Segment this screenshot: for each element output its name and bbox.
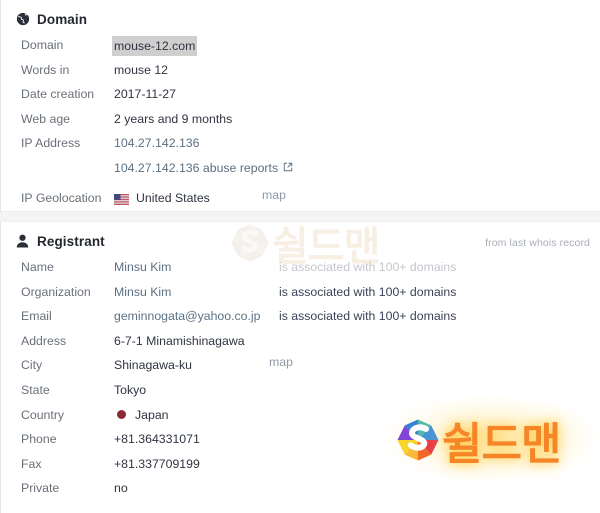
row-value-ip-geolocation: United States: [114, 188, 262, 207]
row-private: Private no: [1, 478, 600, 503]
row-value-domain: mouse-12.com: [112, 35, 198, 56]
domain-section-header: Domain: [1, 0, 600, 27]
registrant-rows: Name Minsu Kim is associated with 100+ d…: [1, 248, 600, 503]
abuse-reports-link[interactable]: 104.27.142.136 abuse reports: [114, 159, 278, 177]
row-date-creation: Date creation 2017-11-27: [1, 84, 600, 109]
row-label-city: City: [21, 358, 43, 373]
row-label-phone: Phone: [21, 432, 57, 447]
row-words-in: Words in mouse 12: [1, 60, 600, 85]
row-label-organization: Organization: [21, 284, 91, 299]
row-value-email: geminnogata@yahoo.co.jp: [114, 306, 269, 325]
ip-geolocation-country: United States: [136, 190, 210, 205]
row-value-words-in: mouse 12: [114, 62, 169, 77]
row-phone: Phone +81.364331071: [1, 429, 600, 454]
globe-icon: [15, 12, 30, 27]
row-label-words-in: Words in: [21, 62, 70, 77]
name-assoc-text: is associated with 100+ domains: [279, 260, 457, 274]
row-email: Email geminnogata@yahoo.co.jp is associa…: [1, 306, 600, 331]
row-value-web-age: 2 years and 9 months: [114, 111, 233, 126]
organization-assoc-text: is associated with 100+ domains: [279, 284, 457, 299]
row-value-fax: +81.337709199: [114, 456, 200, 471]
row-ip-address: IP Address 104.27.142.136: [1, 133, 600, 158]
person-icon: [15, 234, 30, 249]
row-label-state: State: [21, 382, 50, 397]
row-value-organization: Minsu Kim: [114, 282, 269, 301]
row-value-phone: +81.364331071: [114, 432, 200, 447]
domain-section-card: Domain Domain mouse-12.com Words in mous…: [0, 0, 600, 212]
row-state: State Tokyo: [1, 380, 600, 405]
whois-report-page: Domain Domain mouse-12.com Words in mous…: [0, 0, 600, 513]
row-value-ip-address: 104.27.142.136: [114, 133, 199, 152]
us-flag-icon: [114, 192, 129, 206]
row-address: Address 6-7-1 Minamishinagawa: [1, 331, 600, 356]
row-value-name: Minsu Kim: [114, 257, 269, 276]
row-abuse-reports: 104.27.142.136 abuse reports: [1, 158, 600, 183]
whois-record-note: from last whois record: [485, 237, 590, 249]
row-ip-geolocation: IP Geolocation United States map: [1, 188, 600, 213]
row-label-fax: Fax: [21, 456, 42, 471]
row-label-date-creation: Date creation: [21, 87, 95, 102]
row-label-ip-geolocation: IP Geolocation: [21, 190, 102, 205]
row-label-country: Country: [21, 407, 65, 422]
registrant-section-card: Registrant from last whois record Name M…: [0, 221, 600, 513]
external-link-icon: [283, 159, 293, 177]
domain-rows: Domain mouse-12.com Words in mouse 12 Da…: [1, 26, 600, 212]
row-label-email: Email: [21, 309, 52, 324]
row-label-name: Name: [21, 260, 54, 274]
row-city: City Shinagawa-ku map: [1, 355, 600, 380]
row-value-address: 6-7-1 Minamishinagawa: [114, 333, 245, 348]
row-web-age: Web age 2 years and 9 months: [1, 109, 600, 134]
row-fax: Fax +81.337709199: [1, 454, 600, 479]
row-value-date-creation: 2017-11-27: [114, 87, 176, 102]
row-name: Name Minsu Kim is associated with 100+ d…: [1, 257, 600, 282]
registrant-section-header: Registrant from last whois record: [1, 222, 600, 249]
row-value-abuse-reports: 104.27.142.136 abuse reports: [114, 158, 293, 177]
row-domain: Domain mouse-12.com: [1, 35, 600, 60]
registrant-organization-link[interactable]: Minsu Kim: [114, 283, 171, 301]
row-label-address: Address: [21, 333, 67, 348]
row-label-domain: Domain: [21, 38, 64, 52]
row-label-abuse-reports: [21, 158, 114, 159]
registrant-name-link[interactable]: Minsu Kim: [114, 258, 171, 276]
domain-section-title: Domain: [37, 11, 88, 27]
row-value-country: Japan: [114, 405, 269, 424]
row-label-web-age: Web age: [21, 111, 70, 126]
ip-geolocation-map-link[interactable]: map: [262, 188, 286, 202]
jp-flag-icon: [117, 410, 126, 420]
registrant-email-link[interactable]: geminnogata@yahoo.co.jp: [114, 307, 260, 325]
city-map-link[interactable]: map: [269, 355, 293, 369]
row-value-state: Tokyo: [114, 382, 147, 397]
domain-name-value[interactable]: mouse-12.com: [112, 36, 198, 56]
country-name: Japan: [135, 407, 169, 422]
row-country: Country Japan: [1, 405, 600, 430]
row-label-private: Private: [21, 481, 60, 496]
ip-address-link[interactable]: 104.27.142.136: [114, 134, 199, 152]
email-assoc-text: is associated with 100+ domains: [279, 309, 457, 324]
row-value-city: Shinagawa-ku: [114, 358, 192, 373]
row-label-ip-address: IP Address: [21, 136, 81, 151]
row-value-private: no: [114, 481, 128, 496]
registrant-section-title: Registrant: [37, 233, 105, 249]
row-organization: Organization Minsu Kim is associated wit…: [1, 282, 600, 307]
